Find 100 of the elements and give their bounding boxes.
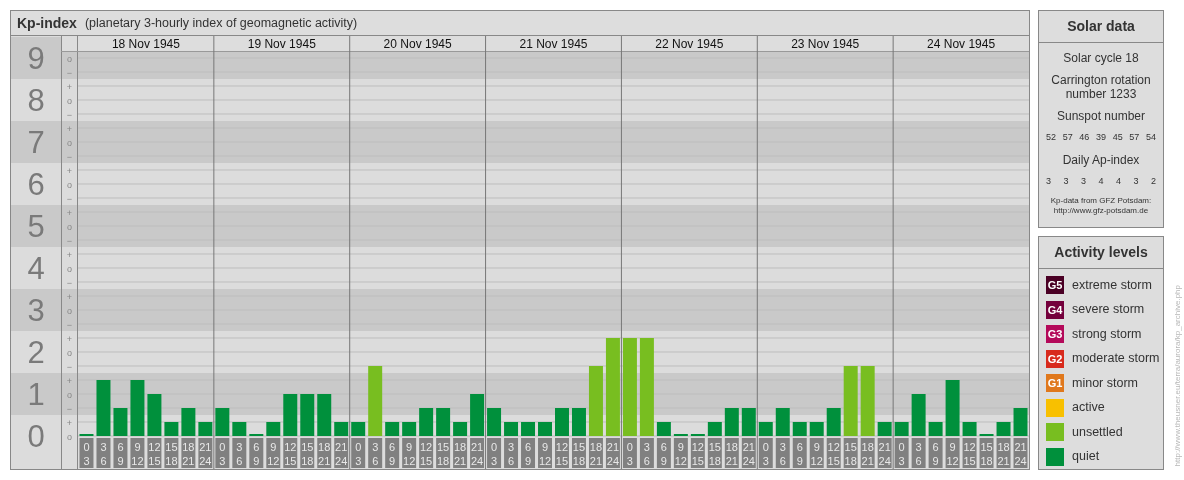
time-slot-label: 9 12 [945, 438, 960, 468]
sunspot-value: 54 [1145, 131, 1156, 144]
sunspot-value: 39 [1095, 131, 1106, 144]
time-slot-label: 6 9 [521, 438, 535, 468]
time-slot-label: 12 15 [826, 438, 841, 468]
solar-cycle-text: Solar cycle 18 [1062, 51, 1140, 65]
level-label: moderate storm [1072, 350, 1160, 368]
time-slot-label: 3 6 [775, 438, 790, 468]
kp-subdivision-label: + [66, 249, 73, 260]
time-slot-label: 12 15 [962, 438, 977, 468]
level-label: severe storm [1072, 301, 1145, 319]
time-slot-label: 21 24 [1013, 438, 1028, 468]
level-badge: G5 [1046, 276, 1064, 295]
level-label: unsettled [1072, 423, 1123, 441]
time-slot-label: 6 9 [656, 438, 671, 468]
kp-subdivision-label: + [66, 165, 73, 176]
kp-axis-label: 5 [27, 209, 45, 244]
kp-subdivision-label: − [66, 319, 73, 330]
time-slot-label: 6 9 [113, 438, 128, 468]
kp-subdivision-label: + [66, 81, 73, 92]
kp-axis-label: 7 [27, 125, 45, 160]
kp-subdivision-label: + [66, 417, 73, 428]
time-slot-label: 18 21 [724, 438, 739, 468]
time-slot-label: 0 3 [79, 438, 94, 468]
time-slot-label: 21 24 [470, 438, 485, 468]
date-label: 22 Nov 1945 [655, 37, 724, 51]
time-slot-label: 21 24 [877, 438, 892, 468]
time-slot-label: 12 15 [690, 438, 705, 468]
level-badge: G1 [1046, 374, 1064, 393]
time-slot-label: 12 15 [147, 438, 162, 468]
kp-axis-label: 3 [27, 293, 45, 328]
level-label: minor storm [1072, 374, 1138, 392]
sunspot-value: 46 [1079, 131, 1090, 144]
kp-subdivision-label: + [66, 123, 73, 134]
ap-value: 4 [1115, 174, 1121, 188]
carrington-rotation-text: Carrington rotation number 1233 [1050, 73, 1152, 101]
time-slot-label: 3 6 [96, 438, 111, 468]
kp-subdivision-label: − [66, 151, 73, 162]
source-url: http://www.gfz-potsdam.de [1053, 206, 1149, 216]
date-label: 20 Nov 1945 [383, 37, 452, 51]
kp-axis-label: 0 [27, 419, 45, 454]
time-slot-label: 9 12 [402, 438, 417, 468]
time-slot-label: 6 9 [792, 438, 807, 468]
time-slot-label: 15 18 [979, 438, 994, 468]
panel-subtitle: (planetary 3-hourly index of geomagnetic activity) [84, 14, 358, 32]
ap-value: 3 [1046, 174, 1051, 188]
kp-subdivision-label: − [66, 361, 73, 372]
level-badge: G3 [1046, 325, 1064, 344]
kp-subdivision-label: o [67, 263, 72, 274]
time-slot-label: 18 21 [588, 438, 603, 468]
kp-subdivision-label: − [66, 67, 73, 78]
time-slot-label: 21 24 [198, 438, 213, 468]
kp-subdivision-label: o [67, 95, 72, 106]
date-label: 23 Nov 1945 [791, 37, 860, 51]
time-slot-label: 15 18 [300, 438, 315, 468]
ap-value: 3 [1063, 174, 1069, 188]
section-label: Daily Ap-index [1061, 152, 1141, 167]
date-label: 18 Nov 1945 [111, 37, 180, 51]
panel-title: Activity levels [1039, 237, 1163, 269]
time-slot-label: 0 3 [894, 438, 909, 468]
time-slot-label: 6 9 [249, 438, 264, 468]
section-label: Sunspot number [1055, 109, 1147, 123]
time-slot-label: 3 6 [368, 438, 383, 468]
kp-subdivision-label: o [67, 179, 72, 190]
ap-value: 4 [1098, 174, 1104, 188]
time-slot-label: 15 18 [436, 438, 451, 468]
time-slot-label: 3 6 [504, 438, 519, 468]
sunspot-value: 52 [1046, 131, 1056, 144]
panel-title: Solar data [1039, 11, 1163, 43]
panel-title: Kp-index [17, 13, 77, 33]
time-slot-label: 9 12 [673, 438, 688, 468]
kp-subdivision-label: o [67, 347, 72, 358]
kp-subdivision-label: o [67, 431, 72, 442]
time-slot-label: 0 3 [487, 438, 502, 468]
time-slot-label: 18 21 [860, 438, 875, 468]
kp-subdivision-label: − [66, 277, 73, 288]
ap-value: 2 [1150, 174, 1156, 188]
time-slot-label: 18 21 [181, 438, 196, 468]
sunspot-value: 57 [1129, 131, 1140, 144]
time-slot-label: 15 18 [843, 438, 858, 468]
time-slot-label: 9 12 [266, 438, 281, 468]
time-slot-label: 3 6 [232, 438, 247, 468]
level-badge: G4 [1046, 300, 1064, 319]
time-slot-label: 12 15 [419, 438, 434, 468]
date-label: 24 Nov 1945 [927, 37, 996, 51]
time-slot-label: 0 3 [215, 438, 230, 468]
credit-url: http://www.theusner.eu/terra/aurora/kp_archive.php [1172, 284, 1183, 466]
time-slot-label: 0 3 [758, 438, 773, 468]
time-slot-label: 18 21 [996, 438, 1011, 468]
time-slot-label: 21 24 [741, 438, 756, 468]
time-slot-label: 12 15 [283, 438, 298, 468]
time-slot-label: 0 3 [351, 438, 366, 468]
level-label: quiet [1072, 448, 1100, 466]
kp-subdivision-label: − [66, 403, 73, 414]
time-slot-label: 9 12 [809, 438, 824, 468]
time-slot-label: 15 18 [707, 438, 722, 468]
time-slot-label: 12 15 [555, 438, 569, 468]
time-slot-label: 9 12 [538, 438, 552, 468]
sunspot-value: 57 [1062, 131, 1073, 144]
kp-axis-label: 1 [27, 377, 45, 412]
